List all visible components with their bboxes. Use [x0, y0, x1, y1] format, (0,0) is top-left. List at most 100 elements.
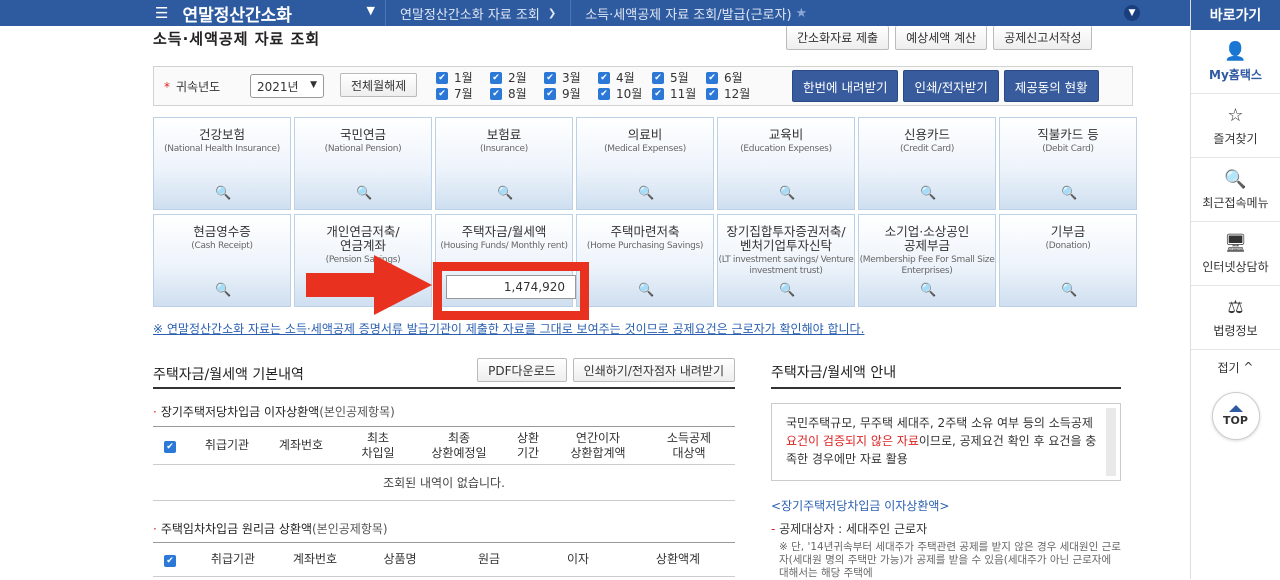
card-insurance[interactable]: 보험료 (Insurance) 🔍 — [435, 117, 573, 210]
magnifier-icon[interactable]: 🔍 — [215, 283, 231, 298]
checkbox-checked-icon[interactable]: ✔ — [436, 87, 448, 100]
card-donation[interactable]: 기부금 (Donation) 🔍 — [999, 214, 1137, 307]
red-arrow-annotation — [306, 255, 432, 315]
section-buttons: PDF다운로드 인쇄하기/전자점자 내려받기 — [477, 358, 735, 382]
guide-scrollbar[interactable] — [1106, 408, 1116, 476]
magnifier-icon[interactable]: 🔍 — [779, 186, 795, 201]
month-checkbox[interactable]: ✔ 9월 — [544, 86, 598, 101]
sidebar-item-law[interactable]: ⚖ 법령정보 — [1191, 286, 1280, 350]
magnifier-icon[interactable]: 🔍 — [779, 283, 795, 298]
chevron-down-icon: ▼ — [310, 80, 317, 90]
caret-down-icon[interactable]: ▼ — [367, 4, 375, 17]
sidebar-item-myhometax[interactable]: 👤 My홈택스 — [1191, 30, 1280, 94]
table-header: ✔ 취급기관 계좌번호 상품명 원금 이자 상환액계 — [153, 543, 735, 577]
checkbox-checked-icon[interactable]: ✔ — [544, 71, 556, 84]
guide-title: 주택자금/월세액 안내 — [771, 356, 1121, 389]
checkbox-checked-icon[interactable]: ✔ — [164, 441, 176, 454]
month-checkbox[interactable]: ✔ 2월 — [490, 70, 544, 85]
star-icon: ☆ — [1227, 104, 1244, 126]
submit-simplified-data-button[interactable]: 간소화자료 제출 — [786, 26, 890, 50]
card-national-pension[interactable]: 국민연금 (National Pension) 🔍 — [294, 117, 432, 210]
guide-panel: 주택자금/월세액 안내 국민주택규모, 무주택 세대주, 2주택 소유 여부 등… — [771, 356, 1121, 580]
checkbox-checked-icon[interactable]: ✔ — [490, 87, 502, 100]
year-select[interactable]: 2021년 ▼ — [250, 74, 324, 98]
rent-loan-table: ✔ 취급기관 계좌번호 상품명 원금 이자 상환액계 — [153, 542, 735, 577]
checkbox-checked-icon[interactable]: ✔ — [544, 87, 556, 100]
magnifier-icon[interactable]: 🔍 — [920, 186, 936, 201]
month-checkbox[interactable]: ✔ 4월 — [598, 70, 652, 85]
notice-text[interactable]: ※ 연말정산간소화 자료는 소득·세액공제 증명서류 발급기관이 제출한 자료를… — [153, 320, 864, 337]
print-download-button[interactable]: 인쇄하기/전자점자 내려받기 — [572, 358, 735, 382]
month-checkbox[interactable]: ✔ 10월 — [598, 86, 652, 101]
section-title: 주택자금/월세액 기본내역 — [153, 367, 304, 383]
magnifier-icon[interactable]: 🔍 — [215, 186, 231, 201]
breadcrumb-1[interactable]: 연말정산간소화 자료 조회 ❯ — [385, 0, 570, 26]
checkbox-checked-icon[interactable]: ✔ — [652, 71, 664, 84]
print-electronic-button[interactable]: 인쇄/전자받기 — [903, 70, 999, 102]
month-checkbox[interactable]: ✔ 1월 — [436, 70, 490, 85]
pdf-download-button[interactable]: PDF다운로드 — [477, 358, 567, 382]
checkbox-checked-icon[interactable]: ✔ — [598, 87, 610, 100]
download-all-button[interactable]: 한번에 내려받기 — [792, 70, 899, 102]
scroll-top-button[interactable]: TOP — [1211, 392, 1260, 440]
estimated-tax-button[interactable]: 예상세액 계산 — [895, 26, 988, 50]
subsection-rent-loan: · 주택임차차입금 원리금 상환액(본인공제항목) — [153, 522, 388, 536]
month-checkbox[interactable]: ✔ 3월 — [544, 70, 598, 85]
fold-button[interactable]: 접기 ^ — [1191, 350, 1280, 384]
month-checkbox[interactable]: ✔ 5월 — [652, 70, 706, 85]
card-education[interactable]: 교육비 (Education Expenses) 🔍 — [717, 117, 855, 210]
sidebar-item-favorites[interactable]: ☆ 즐겨찾기 — [1191, 94, 1280, 158]
chevron-right-icon: ❯ — [547, 7, 557, 19]
month-checkbox[interactable]: ✔ 7월 — [436, 86, 490, 101]
hamburger-icon[interactable]: ☰ — [155, 4, 168, 22]
section-header: 주택자금/월세액 기본내역 PDF다운로드 인쇄하기/전자점자 내려받기 — [153, 356, 735, 389]
card-small-business-fee[interactable]: 소기업·소상공인 공제부금 (Membership Fee For Small S… — [858, 214, 996, 307]
favorite-star-icon[interactable]: ★ — [796, 6, 808, 21]
magnifier-icon[interactable]: 🔍 — [638, 283, 654, 298]
sidebar-item-recent[interactable]: 🔍 최근접속메뉴 — [1191, 158, 1280, 222]
card-home-purchasing-savings[interactable]: 주택마련저축 (Home Purchasing Savings) 🔍 — [576, 214, 714, 307]
bullet: · — [153, 522, 157, 536]
month-checkbox[interactable]: ✔ 12월 — [706, 86, 760, 101]
deduction-report-button[interactable]: 공제신고서작성 — [993, 26, 1093, 50]
magnifier-icon[interactable]: 🔍 — [1061, 283, 1077, 298]
title-button-group: 간소화자료 제출 예상세액 계산 공제신고서작성 — [786, 26, 1093, 50]
card-medical[interactable]: 의료비 (Medical Expenses) 🔍 — [576, 117, 714, 210]
red-highlight-box — [433, 262, 589, 320]
breadcrumb-expand-icon[interactable]: ▼ — [1124, 5, 1140, 21]
card-debit-card[interactable]: 직불카드 등 (Debit Card) 🔍 — [999, 117, 1137, 210]
sidebar-item-consult[interactable]: 🖥 인터넷상담하 — [1191, 222, 1280, 286]
month-checkbox[interactable]: ✔ 11월 — [652, 86, 706, 101]
checkbox-checked-icon[interactable]: ✔ — [706, 71, 718, 84]
card-credit-card[interactable]: 신용카드 (Credit Card) 🔍 — [858, 117, 996, 210]
magnifier-icon[interactable]: 🔍 — [1061, 186, 1077, 201]
sidebar-title: 바로가기 — [1191, 0, 1280, 30]
checkbox-checked-icon[interactable]: ✔ — [598, 71, 610, 84]
magnifier-icon[interactable]: 🔍 — [920, 283, 936, 298]
card-cash-receipt[interactable]: 현금영수증 (Cash Receipt) 🔍 — [153, 214, 291, 307]
checkbox-checked-icon[interactable]: ✔ — [436, 71, 448, 84]
month-checkbox[interactable]: ✔ 8월 — [490, 86, 544, 101]
consent-status-button[interactable]: 제공동의 현황 — [1003, 70, 1099, 102]
month-checkboxes: ✔ 1월 ✔ 2월 ✔ 3월 ✔ 4월 ✔ 5월 ✔ 6월 ✔ 7월 ✔ 8월 ✔ 9월 ✔ 10월… — [436, 70, 760, 101]
checkbox-checked-icon[interactable]: ✔ — [652, 87, 664, 100]
guide-note: ※ 단, '14년귀속부터 세대주가 주택관련 공제를 받지 않은 경우 세대원… — [779, 541, 1121, 579]
card-lt-investment[interactable]: 장기집합투자증권저축/ 벤처기업투자신탁 (LT investment savin… — [717, 214, 855, 307]
guide-target: - 공제대상자 : 세대주인 근로자 — [771, 522, 928, 536]
menu-title-dropdown[interactable]: ☰ 연말정산간소화 ▼ — [155, 0, 385, 26]
month-checkbox[interactable]: ✔ 6월 — [706, 70, 760, 85]
checkbox-checked-icon[interactable]: ✔ — [490, 71, 502, 84]
checkbox-checked-icon[interactable]: ✔ — [164, 555, 176, 568]
chevron-up-icon: ^ — [1239, 360, 1254, 374]
home-area — [0, 0, 155, 26]
deduction-category-grid: 건강보험 (National Health Insurance) 🔍 국민연금 (Na… — [153, 117, 1141, 307]
breadcrumb-2[interactable]: 소득·세액공제 자료 조회/발급(근로자) ★ — [570, 0, 821, 26]
unselect-all-months-button[interactable]: 전체월해제 — [340, 73, 418, 97]
card-health-insurance[interactable]: 건강보험 (National Health Insurance) 🔍 — [153, 117, 291, 210]
table-header: ✔ 취급기관 계좌번호 최초 차입일 최종 상환예정일 상환 기간 연간이자 상… — [153, 427, 735, 465]
magnifier-icon[interactable]: 🔍 — [638, 186, 654, 201]
magnifier-icon[interactable]: 🔍 — [497, 186, 513, 201]
checkbox-checked-icon[interactable]: ✔ — [706, 87, 718, 100]
year-label: * 귀속년도 — [164, 80, 221, 94]
magnifier-icon[interactable]: 🔍 — [356, 186, 372, 201]
